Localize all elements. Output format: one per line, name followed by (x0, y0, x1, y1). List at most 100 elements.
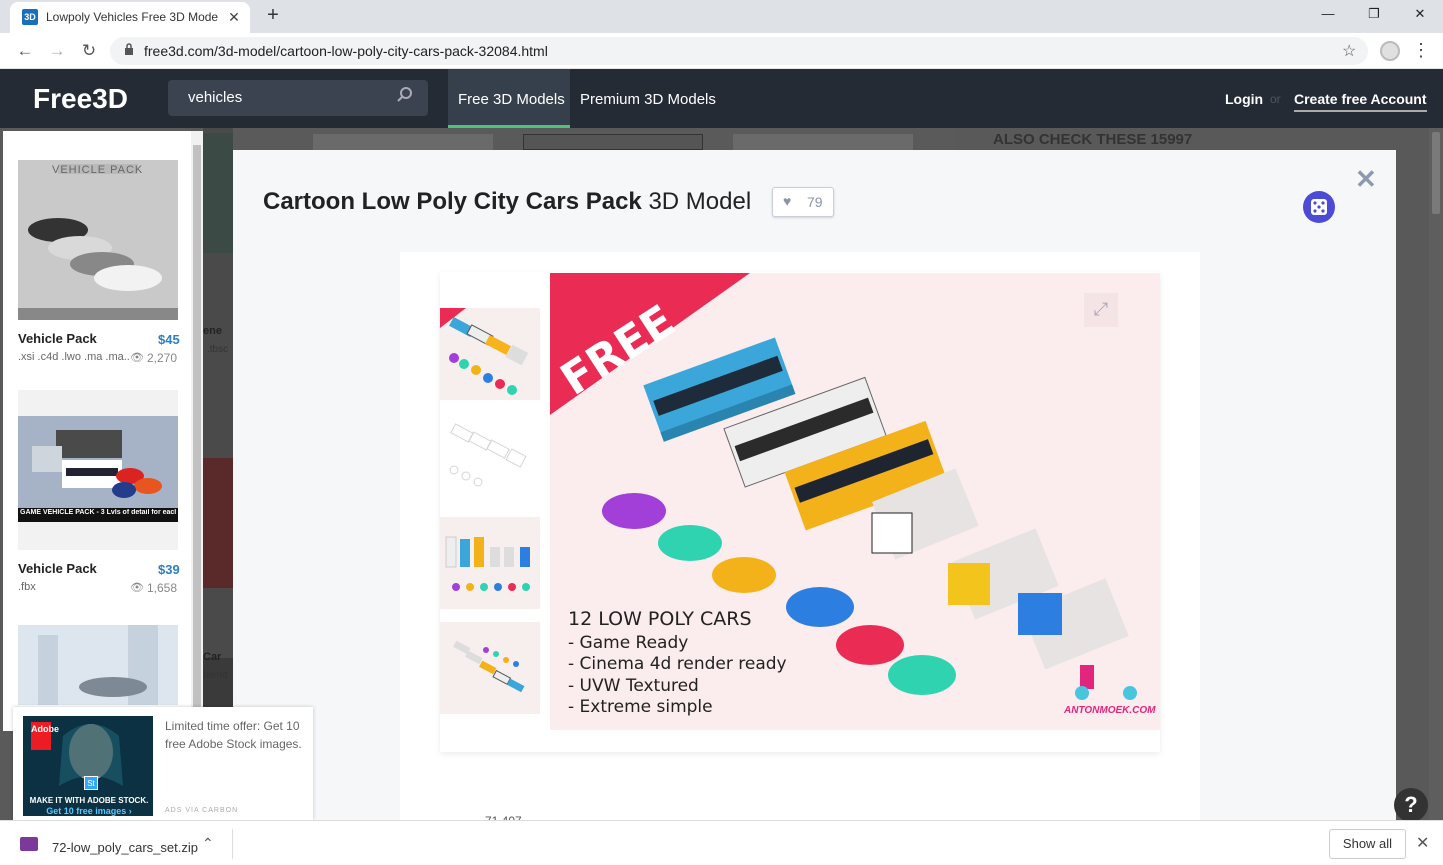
back-button[interactable]: ← (14, 40, 36, 62)
eye-icon: 👁 (130, 582, 144, 594)
browser-tab[interactable]: 3D Lowpoly Vehicles Free 3D Model ✕ (10, 2, 250, 33)
feature-item: - Game Ready (568, 632, 689, 653)
feature-item: - Extreme simple (568, 697, 713, 717)
model-name[interactable]: Vehicle Pack (18, 331, 97, 346)
lock-icon (124, 43, 134, 59)
expand-icon[interactable]: ⤢ (1084, 293, 1118, 327)
download-filename[interactable]: 72-low_poly_cars_set.zip (52, 840, 198, 855)
search-value: vehicles (188, 89, 243, 106)
divider (232, 829, 233, 859)
model-formats: .xsi .c4d .lwo .ma .ma.. (18, 351, 130, 363)
random-dice-button[interactable] (1303, 191, 1335, 223)
bg-thumb (203, 458, 233, 588)
restore-button[interactable]: ❐ (1356, 4, 1392, 26)
bg-thumb (203, 133, 233, 253)
brand-watermark: ANTONMOEK.COM (1064, 705, 1156, 716)
model-price: $45 (158, 332, 180, 347)
download-bar-close-icon[interactable]: ✕ (1416, 833, 1429, 853)
thumbnail-caption: GAME VEHICLE PACK - 3 Lvls of detail for… (20, 509, 176, 516)
nav-premium-3d-models[interactable]: Premium 3D Models (580, 91, 716, 108)
create-account-link[interactable]: Create free Account (1294, 91, 1427, 112)
profile-avatar[interactable] (1380, 41, 1400, 61)
bg-partial-text: ene (203, 325, 222, 337)
chevron-up-icon[interactable]: ⌃ (202, 835, 214, 852)
like-count: 79 (807, 194, 823, 210)
or-separator: or (1270, 92, 1281, 106)
show-all-button[interactable]: Show all (1329, 829, 1406, 859)
bookmark-star-icon[interactable]: ☆ (1342, 41, 1356, 61)
eye-icon: 👁 (130, 352, 144, 364)
ad-image[interactable]: Adobe St MAKE IT WITH ADOBE STOCK. Get 1… (23, 716, 153, 816)
title-bold: Cartoon Low Poly City Cars Pack (263, 188, 642, 215)
url-text: free3d.com/3d-model/cartoon-low-poly-cit… (144, 43, 548, 59)
zip-file-icon (20, 837, 38, 851)
omnibox[interactable]: free3d.com/3d-model/cartoon-low-poly-cit… (110, 37, 1368, 65)
site-logo[interactable]: Free3D (33, 83, 128, 115)
like-button[interactable]: ♥ 79 (772, 187, 834, 217)
ad-caption: MAKE IT WITH ADOBE STOCK. (29, 796, 149, 805)
sidebar-scrollbar[interactable] (191, 131, 203, 731)
bg-thumb (523, 134, 703, 150)
window-close-button[interactable]: ✕ (1402, 4, 1438, 26)
site-header: Free3D vehicles Free 3D Models Premium 3… (0, 69, 1443, 128)
model-thumbnail[interactable] (18, 390, 178, 550)
stock-icon: St (84, 776, 98, 790)
login-link[interactable]: Login (1225, 91, 1263, 107)
main-preview-image[interactable]: FREE ⤢ 12 LOW POLY CARS - Game Ready - C… (550, 273, 1160, 730)
ads-via-carbon[interactable]: ADS VIA CARBON (165, 807, 238, 814)
bg-thumb (733, 134, 913, 150)
ad-text[interactable]: Limited time offer: Get 10 free Adobe St… (165, 717, 305, 753)
favicon-icon: 3D (22, 9, 38, 25)
gallery-thumb[interactable] (440, 412, 540, 504)
tab-title: Lowpoly Vehicles Free 3D Model (46, 10, 218, 24)
bg-partial-text: blend (203, 670, 228, 681)
tab-close-icon[interactable]: ✕ (224, 7, 244, 27)
nav-free-label: Free 3D Models (458, 91, 565, 108)
features-list: 12 LOW POLY CARS - Game Ready - Cinema 4… (568, 608, 787, 719)
modal-title: Cartoon Low Poly City Cars Pack 3D Model (263, 188, 751, 216)
bg-thumb (313, 134, 493, 150)
model-formats: .fbx (18, 581, 36, 593)
model-thumbnail[interactable] (18, 625, 178, 705)
features-title: 12 LOW POLY CARS (568, 608, 752, 630)
modal-close-button[interactable]: ✕ (1355, 164, 1377, 195)
model-card[interactable] (18, 625, 178, 705)
thumbnail-caption: VEHICLE PACK (52, 164, 144, 176)
page-scroll-thumb[interactable] (1432, 132, 1440, 214)
forward-button[interactable]: → (46, 40, 68, 62)
search-input[interactable]: vehicles (168, 80, 428, 116)
feature-item: - UVW Textured (568, 675, 699, 696)
search-icon[interactable] (396, 86, 414, 109)
sidebar-scroll-thumb[interactable] (193, 145, 201, 715)
ad-cta[interactable]: Get 10 free images › (27, 806, 151, 816)
model-price: $39 (158, 562, 180, 577)
model-views: 1,658 (147, 581, 178, 595)
reload-button[interactable]: ↻ (78, 40, 100, 62)
carbon-ad[interactable]: Adobe St MAKE IT WITH ADOBE STOCK. Get 1… (13, 707, 313, 820)
adobe-logo: Adobe (31, 722, 59, 750)
nav-free-3d-models[interactable]: Free 3D Models (448, 69, 570, 128)
also-check-heading: ALSO CHECK THESE 15997 (993, 131, 1193, 148)
feature-item: - Cinema 4d render ready (568, 654, 787, 674)
gallery-thumb[interactable] (440, 622, 540, 714)
related-models-panel: VEHICLE PACK Vehicle Pack $45 .xsi .c4d … (3, 131, 191, 731)
address-toolbar: ← → ↻ free3d.com/3d-model/cartoon-low-po… (0, 33, 1443, 69)
page-scrollbar[interactable] (1429, 128, 1443, 820)
download-bar: 72-low_poly_cars_set.zip ⌃ Show all ✕ (0, 820, 1443, 865)
title-suffix: 3D Model (648, 188, 752, 215)
model-modal: Cartoon Low Poly City Cars Pack 3D Model… (233, 150, 1396, 828)
browser-menu-icon[interactable]: ⋮ (1412, 40, 1430, 60)
gallery-thumb[interactable] (440, 517, 540, 609)
help-button[interactable]: ? (1394, 788, 1428, 822)
model-thumbnail[interactable] (18, 160, 178, 320)
model-name[interactable]: Vehicle Pack (18, 561, 97, 576)
dice-icon (1311, 199, 1327, 215)
heart-icon: ♥ (783, 193, 792, 209)
gallery-thumb[interactable] (440, 308, 540, 400)
model-views: 2,270 (147, 351, 178, 365)
bg-partial-text: .tbsc (207, 344, 229, 355)
minimize-button[interactable]: — (1310, 4, 1346, 26)
new-tab-button[interactable]: + (262, 5, 284, 27)
tab-strip: 3D Lowpoly Vehicles Free 3D Model ✕ + — … (0, 0, 1443, 33)
bg-partial-text: Car (203, 651, 222, 663)
